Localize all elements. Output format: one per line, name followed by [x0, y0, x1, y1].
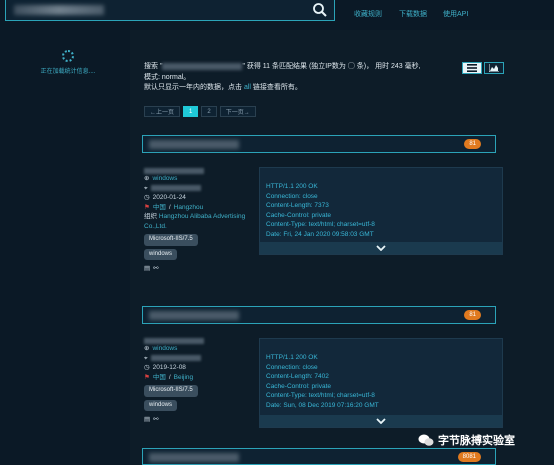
http-line: Connection: close [266, 192, 318, 200]
search-summary: 搜索 " " 获得 11 条匹配结果 (独立IP数为 ◯ 条)， 用时 243 毫… [144, 62, 444, 94]
result-info: ⊕ windows ⌖ ◷ 2020-01-24 ⚑ 中国 / Hangzhou 组织 H… [144, 168, 254, 274]
stats-loading: 正在加载统计信息.... [28, 50, 108, 75]
view-toggle [462, 62, 504, 74]
flag-icon: ⚑ [144, 373, 150, 381]
list-icon [467, 64, 477, 72]
http-line: Date: Fri, 24 Jan 2020 09:58:03 GMT [266, 230, 374, 238]
all-link[interactable]: all [244, 84, 251, 91]
port-badge[interactable]: 81 [464, 310, 481, 320]
clock-icon: ◷ [144, 194, 150, 201]
query-redacted [162, 62, 243, 70]
http-line: HTTP/1.1 200 OK [266, 183, 318, 190]
port-badge[interactable]: 81 [464, 139, 481, 149]
location-row: ⌖ [144, 354, 254, 364]
http-response-panel: HTTP/1.1 200 OK Connection: close Conten… [259, 338, 503, 428]
http-response-panel: HTTP/1.1 200 OK Connection: close Conten… [259, 167, 503, 255]
ip-redacted [149, 311, 239, 320]
share-icon[interactable]: ⚯ [153, 415, 158, 425]
org-row: 组织 Hangzhou Alibaba Advertising Co.,Ltd. [144, 212, 254, 231]
hostname-redacted [144, 168, 204, 174]
pagination: ←上一页 1 2 下一页→ [144, 106, 256, 117]
loading-spinner-icon [62, 50, 74, 62]
map-pin-icon: ⌖ [144, 354, 148, 362]
city-link[interactable]: Hangzhou [174, 203, 204, 213]
summary-mode: 模式: normal。 [144, 73, 191, 81]
search-input[interactable] [5, 0, 335, 21]
chevron-down-icon [376, 245, 386, 251]
clock-icon: ◷ [144, 364, 150, 371]
location-row: ⌖ [144, 184, 254, 194]
country-link[interactable]: 中国 [153, 203, 166, 213]
list-view-button[interactable] [462, 62, 482, 74]
expand-button[interactable] [260, 415, 502, 427]
os-link[interactable]: windows [152, 344, 177, 354]
save-rule-link[interactable]: 收藏规则 [354, 9, 382, 19]
summary-suffix: " 获得 11 条匹配结果 (独立IP数为 ◯ 条)， 用时 243 毫秒, [242, 63, 421, 70]
http-line: Content-Type: text/html; charset=utf-8 [266, 392, 375, 399]
chart-view-button[interactable] [484, 62, 504, 74]
org-label: 组织 [144, 213, 157, 220]
document-icon[interactable]: ▤ [144, 264, 150, 274]
country-row: ⚑ 中国 / Hangzhou [144, 203, 204, 213]
windows-icon: ⊕ [144, 345, 150, 352]
windows-icon: ⊕ [144, 175, 150, 182]
server-tag[interactable]: Microsoft-IIS/7.5 [144, 234, 198, 246]
os-tag[interactable]: windows [144, 248, 178, 260]
result-header[interactable]: 8081 [142, 448, 496, 465]
search-query-redacted [14, 5, 104, 15]
wechat-icon [418, 434, 434, 446]
page-1-button[interactable]: 1 [183, 106, 199, 117]
chevron-down-icon [376, 418, 386, 424]
share-icon[interactable]: ⚯ [153, 264, 158, 274]
map-pin-icon: ⌖ [144, 184, 148, 192]
hostname-redacted [144, 338, 204, 344]
server-tag[interactable]: Microsoft-IIS/7.5 [144, 385, 198, 397]
top-bar: 收藏规则 下载数据 使用API [0, 0, 554, 30]
ip-redacted [149, 140, 239, 149]
org-link[interactable]: Hangzhou Alibaba Advertising Co.,Ltd. [144, 213, 245, 230]
os-tag[interactable]: windows [144, 399, 178, 411]
result-info: ⊕ windows ⌖ ◷ 2019-12-08 ⚑ 中国 / Beijing Micro… [144, 338, 254, 425]
summary-prefix: 搜索 " [144, 63, 163, 70]
country-row: ⚑ 中国 / Beijing [144, 373, 194, 383]
http-line: Content-Length: 7373 [266, 202, 329, 209]
date-text: 2019-12-08 [152, 364, 186, 371]
date-row: ◷ 2020-01-24 [144, 193, 254, 203]
next-page-button[interactable]: 下一页→ [219, 106, 256, 117]
date-text: 2020-01-24 [152, 194, 186, 201]
city-link[interactable]: Beijing [174, 373, 194, 383]
http-line: Content-Length: 7402 [266, 373, 329, 380]
http-line: Connection: close [266, 363, 318, 371]
expand-button[interactable] [260, 242, 502, 254]
result-header[interactable]: 81 [142, 135, 496, 153]
download-data-link[interactable]: 下载数据 [399, 9, 427, 19]
result-header[interactable]: 81 [142, 306, 496, 324]
port-badge[interactable]: 8081 [457, 452, 481, 462]
os-row: ⊕ windows [144, 174, 254, 184]
os-row: ⊕ windows [144, 344, 254, 354]
document-icon[interactable]: ▤ [144, 415, 150, 425]
summary-note: 默认只显示一年内的数据，点击 [144, 84, 244, 91]
http-line: Cache-Control: private [266, 211, 332, 219]
ip-redacted [149, 453, 239, 462]
location-redacted [150, 355, 201, 362]
http-line: HTTP/1.1 200 OK [266, 354, 318, 361]
watermark: 字节脉搏实验室 [418, 432, 515, 448]
search-icon[interactable] [312, 2, 328, 18]
use-api-link[interactable]: 使用API [443, 9, 468, 19]
loading-text: 正在加载统计信息.... [40, 69, 96, 75]
flag-icon: ⚑ [144, 203, 150, 211]
http-line: Content-Type: text/html; charset=utf-8 [266, 221, 375, 228]
date-row: ◷ 2019-12-08 [144, 363, 254, 373]
watermark-text: 字节脉搏实验室 [438, 435, 515, 447]
page-2-button[interactable]: 2 [201, 106, 217, 117]
http-line: Date: Sun, 08 Dec 2019 07:16:20 GMT [266, 401, 379, 409]
summary-note-end: 链接查看所有。 [250, 84, 302, 91]
prev-page-button[interactable]: ←上一页 [144, 106, 181, 117]
os-link[interactable]: windows [152, 174, 177, 184]
http-line: Cache-Control: private [266, 382, 332, 390]
country-link[interactable]: 中国 [153, 373, 166, 383]
chart-icon [489, 64, 499, 72]
location-redacted [150, 185, 201, 192]
